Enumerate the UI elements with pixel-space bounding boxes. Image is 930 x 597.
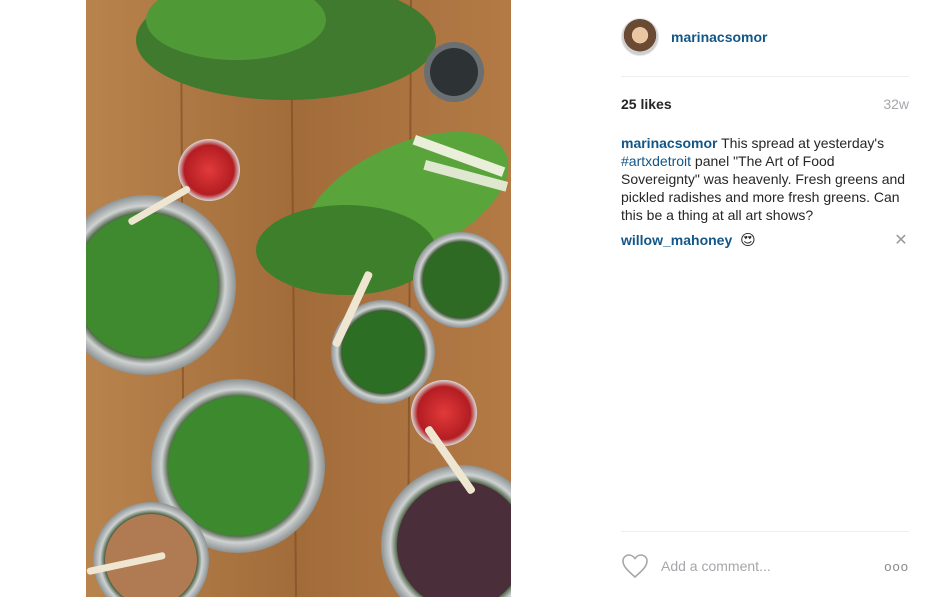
add-comment-input[interactable]	[659, 557, 885, 575]
food-spread-image	[86, 0, 511, 597]
post-details-panel: marinacsomor 25 likes 32w marinacsomor T…	[621, 0, 909, 597]
post-photo[interactable]	[86, 0, 511, 597]
avatar[interactable]	[621, 18, 659, 56]
author-username[interactable]: marinacsomor	[671, 29, 767, 45]
footer-divider	[621, 531, 909, 532]
post-footer: ooo	[621, 552, 909, 580]
close-icon[interactable]: ✕	[893, 230, 909, 250]
more-options-icon[interactable]: ooo	[884, 559, 909, 574]
caption-hashtag[interactable]: #artxdetroit	[621, 153, 691, 169]
header-divider	[621, 76, 909, 77]
heart-icon[interactable]	[621, 553, 649, 579]
post-header: marinacsomor	[621, 17, 909, 57]
likes-row: 25 likes 32w	[621, 96, 909, 112]
post-caption: marinacsomor This spread at yesterday's …	[621, 134, 909, 224]
comment-row: willow_mahoney 😍 ✕	[621, 230, 909, 250]
heart-eyes-emoji: 😍	[740, 232, 756, 249]
comment-username[interactable]: willow_mahoney	[621, 232, 732, 248]
likes-count[interactable]: 25 likes	[621, 96, 672, 112]
caption-text-before: This spread at yesterday's	[717, 135, 885, 151]
caption-username[interactable]: marinacsomor	[621, 135, 717, 151]
post-age[interactable]: 32w	[883, 96, 909, 112]
